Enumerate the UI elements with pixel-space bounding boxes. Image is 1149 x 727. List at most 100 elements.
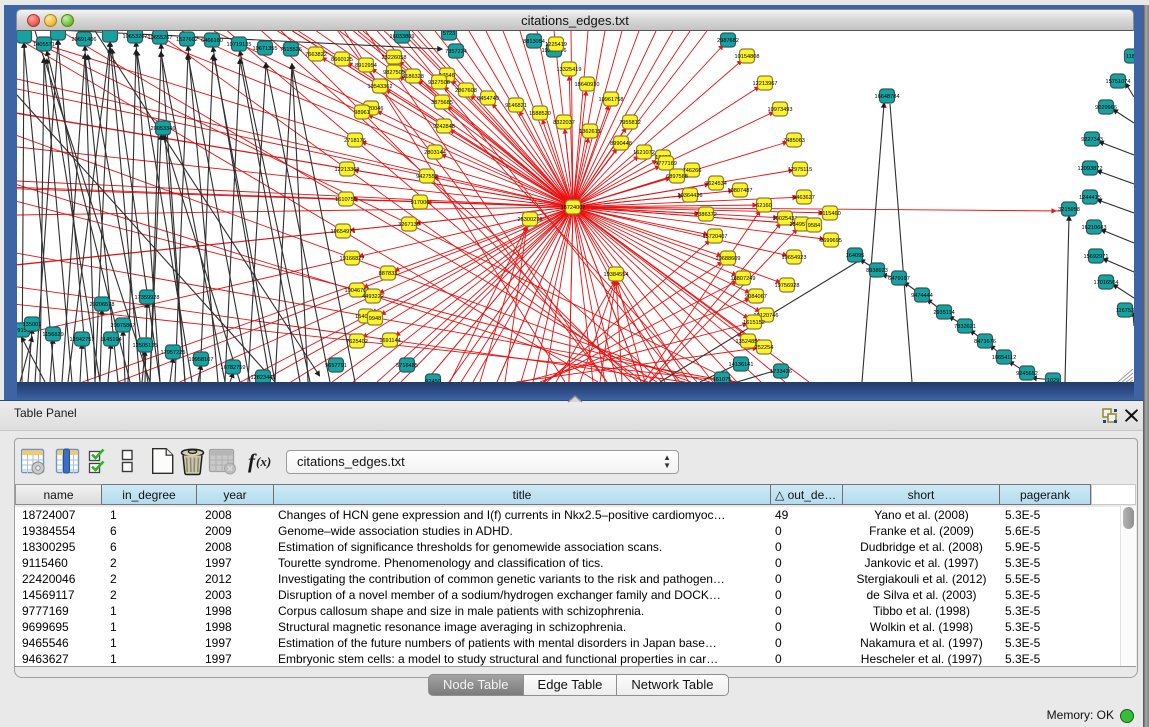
svg-text:8322037: 8322037 bbox=[553, 120, 575, 126]
svg-text:20691406: 20691406 bbox=[72, 37, 97, 43]
svg-text:1156829: 1156829 bbox=[42, 332, 63, 338]
svg-text:15751074: 15751074 bbox=[1106, 79, 1131, 85]
svg-text:10154808: 10154808 bbox=[735, 54, 760, 60]
svg-text:12975115: 12975115 bbox=[788, 167, 812, 173]
svg-text:14136141: 14136141 bbox=[729, 362, 754, 368]
svg-text:9327508: 9327508 bbox=[428, 80, 450, 86]
svg-text:16782759: 16782759 bbox=[221, 365, 246, 371]
svg-text:20975867: 20975867 bbox=[111, 323, 136, 329]
svg-text:8471676: 8471676 bbox=[974, 339, 996, 345]
svg-text:7485063: 7485063 bbox=[783, 138, 805, 144]
svg-text:7357224: 7357224 bbox=[445, 49, 467, 55]
svg-text:9699695: 9699695 bbox=[820, 238, 842, 244]
svg-text:12505135: 12505135 bbox=[133, 343, 158, 349]
svg-text:1733426: 1733426 bbox=[770, 369, 792, 375]
svg-text:3267130: 3267130 bbox=[398, 222, 420, 228]
svg-text:135001: 135001 bbox=[23, 322, 42, 328]
svg-text:252254: 252254 bbox=[755, 345, 774, 351]
svg-text:18807249: 18807249 bbox=[731, 276, 756, 282]
svg-text:1610755: 1610755 bbox=[335, 197, 357, 203]
svg-text:98961: 98961 bbox=[354, 110, 370, 116]
svg-text:20364436: 20364436 bbox=[678, 193, 703, 199]
svg-text:2935114: 2935114 bbox=[933, 310, 954, 316]
svg-text:8660125: 8660125 bbox=[331, 57, 353, 63]
svg-text:7625402: 7625402 bbox=[346, 339, 368, 345]
svg-text:8454749: 8454749 bbox=[477, 96, 499, 102]
svg-text:2803144: 2803144 bbox=[424, 150, 446, 156]
svg-text:7515526: 7515526 bbox=[280, 47, 302, 53]
svg-text:9474444: 9474444 bbox=[911, 293, 933, 299]
svg-text:10973493: 10973493 bbox=[768, 107, 793, 113]
svg-text:16210643: 16210643 bbox=[1082, 225, 1107, 231]
svg-text:20053346: 20053346 bbox=[151, 126, 176, 132]
svg-text:19654923: 19654923 bbox=[782, 255, 807, 261]
svg-text:19166827: 19166827 bbox=[340, 256, 365, 262]
svg-text:8813054: 8813054 bbox=[523, 39, 545, 45]
svg-text:9245652: 9245652 bbox=[1016, 371, 1038, 377]
svg-text:16648784: 16648784 bbox=[875, 94, 900, 100]
svg-text:1145194: 1145194 bbox=[100, 337, 121, 343]
svg-text:(x): (x) bbox=[256, 454, 271, 469]
svg-text:1527602: 1527602 bbox=[176, 37, 198, 43]
svg-text:8990448: 8990448 bbox=[610, 141, 632, 147]
svg-text:7663822: 7663822 bbox=[305, 52, 327, 58]
svg-text:9657791: 9657791 bbox=[325, 363, 347, 369]
svg-text:9146821: 9146821 bbox=[505, 103, 527, 109]
svg-text:10671355: 10671355 bbox=[253, 46, 278, 52]
svg-text:5716485: 5716485 bbox=[396, 363, 418, 369]
svg-text:3875685: 3875685 bbox=[431, 100, 453, 106]
svg-text:12213967: 12213967 bbox=[753, 81, 778, 87]
svg-text:12213369: 12213369 bbox=[335, 167, 360, 173]
svg-text:10653267: 10653267 bbox=[123, 34, 148, 40]
svg-text:7955812: 7955812 bbox=[619, 120, 641, 126]
svg-text:6897568: 6897568 bbox=[666, 174, 688, 180]
svg-text:2867608: 2867608 bbox=[455, 88, 477, 94]
svg-text:1691144: 1691144 bbox=[379, 338, 400, 344]
svg-text:1244415: 1244415 bbox=[1079, 195, 1101, 201]
svg-text:12823446: 12823446 bbox=[251, 375, 276, 381]
svg-text:9584: 9584 bbox=[808, 223, 820, 229]
svg-text:1588520: 1588520 bbox=[529, 111, 551, 117]
svg-text:15720407: 15720407 bbox=[703, 234, 728, 240]
svg-text:9242848: 9242848 bbox=[433, 124, 455, 130]
svg-text:1225419: 1225419 bbox=[545, 42, 567, 48]
svg-text:8186328: 8186328 bbox=[402, 74, 424, 80]
svg-text:10958107: 10958107 bbox=[189, 357, 214, 363]
svg-text:2718176: 2718176 bbox=[344, 138, 366, 144]
svg-text:18724007: 18724007 bbox=[561, 205, 586, 211]
svg-text:887833: 887833 bbox=[379, 271, 398, 277]
svg-text:164095: 164095 bbox=[846, 253, 865, 259]
svg-text:19756928: 19756928 bbox=[775, 283, 800, 289]
svg-text:9115460: 9115460 bbox=[819, 211, 840, 217]
svg-text:10961758: 10961758 bbox=[599, 97, 624, 103]
svg-text:7386372: 7386372 bbox=[695, 212, 717, 218]
svg-text:9029966: 9029966 bbox=[1095, 105, 1117, 111]
svg-text:4493222: 4493222 bbox=[362, 294, 384, 300]
svg-text:9427552: 9427552 bbox=[416, 174, 438, 180]
svg-text:1362615: 1362615 bbox=[579, 129, 601, 135]
svg-text:1405571: 1405571 bbox=[33, 42, 55, 48]
svg-text:17359928: 17359928 bbox=[135, 295, 160, 301]
svg-text:10655267: 10655267 bbox=[148, 35, 173, 41]
svg-text:9463627: 9463627 bbox=[793, 195, 815, 201]
svg-text:9084067: 9084067 bbox=[745, 294, 767, 300]
svg-text:5723: 5723 bbox=[443, 31, 455, 37]
svg-text:10719135: 10719135 bbox=[227, 42, 252, 48]
svg-text:17957225: 17957225 bbox=[161, 350, 186, 356]
svg-text:917006: 917006 bbox=[411, 200, 430, 206]
svg-text:9777169: 9777169 bbox=[655, 161, 677, 167]
svg-text:116753: 116753 bbox=[1116, 308, 1134, 314]
svg-text:62160: 62160 bbox=[756, 203, 772, 209]
svg-text:10654112: 10654112 bbox=[992, 355, 1016, 361]
svg-text:9227343: 9227343 bbox=[1081, 137, 1103, 143]
svg-text:20206578: 20206578 bbox=[90, 302, 115, 308]
svg-text:6466160: 6466160 bbox=[201, 38, 223, 44]
svg-text:1182: 1182 bbox=[1126, 54, 1134, 60]
svg-text:19384554: 19384554 bbox=[604, 272, 629, 278]
svg-text:13325419: 13325419 bbox=[557, 67, 582, 73]
svg-text:10807487: 10807487 bbox=[728, 188, 753, 194]
svg-text:10543362: 10543362 bbox=[368, 84, 393, 90]
svg-text:1621072: 1621072 bbox=[633, 150, 655, 156]
svg-text:6479197: 6479197 bbox=[888, 276, 910, 282]
svg-text:10688609: 10688609 bbox=[716, 256, 741, 262]
